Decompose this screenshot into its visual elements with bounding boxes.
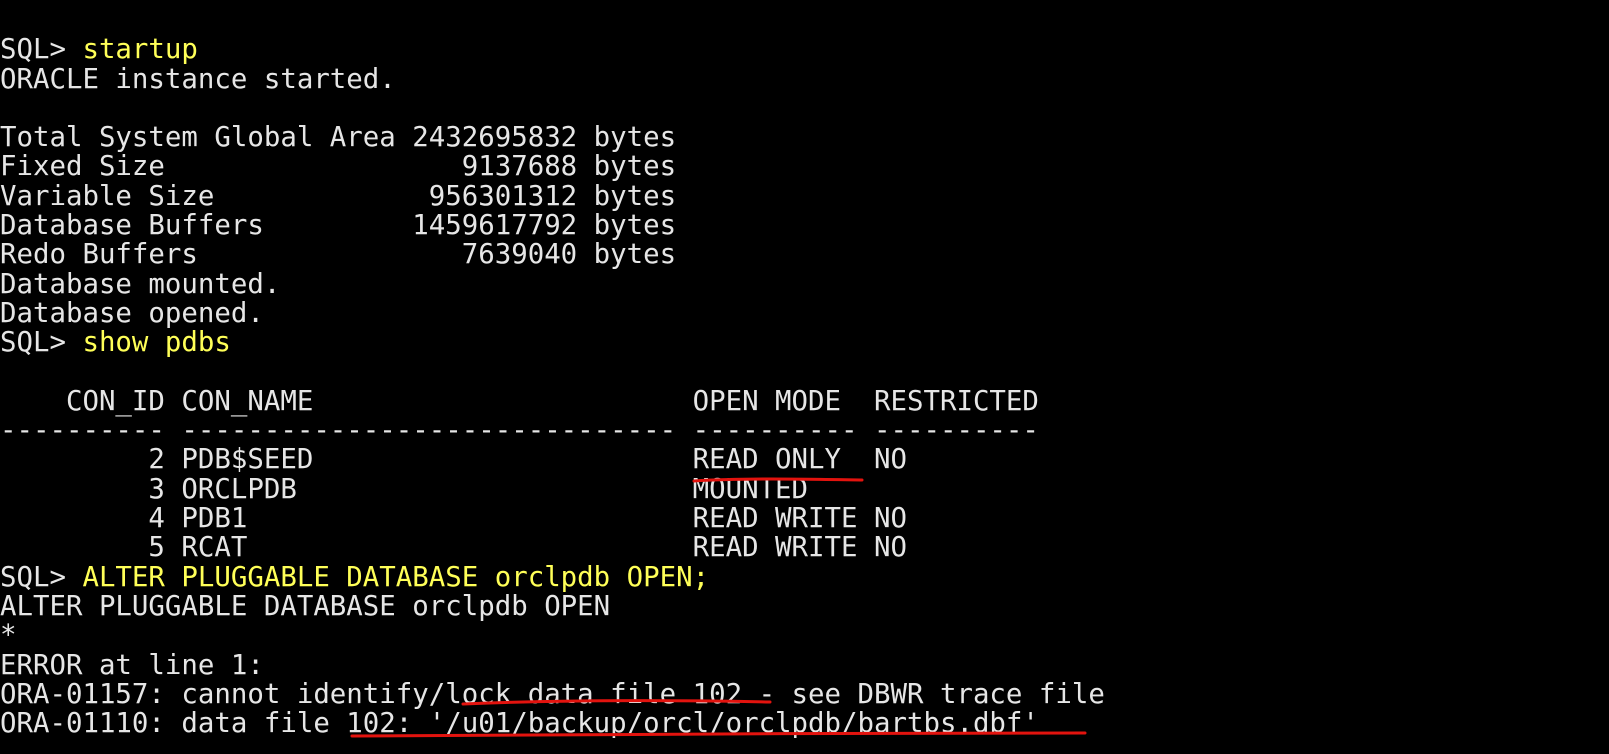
pdb-table-header: CON_ID CON_NAME OPEN MODE RESTRICTED [0,385,1039,417]
sga-fixed-line: Fixed Size 9137688 bytes [0,151,677,183]
command-show-pdbs: show pdbs [82,327,231,359]
output-error-line: ERROR at line 1: [0,649,264,681]
pdb-row-rcat: 5 RCAT READ WRITE NO [0,532,907,564]
output-db-opened: Database opened. [0,297,264,329]
terminal-output[interactable]: SQL> startup ORACLE instance started. To… [0,6,1609,738]
output-error-marker: * [0,620,17,652]
prompt-line-show-pdbs: SQL> show pdbs [0,328,1609,357]
output-instance-started: ORACLE instance started. [0,63,396,95]
pdb-row-orclpdb: 3 ORCLPDB MOUNTED [0,473,809,505]
sga-total-line: Total System Global Area 2432695832 byte… [0,122,677,154]
command-startup: startup [82,34,198,66]
prompt-line-alter: SQL> ALTER PLUGGABLE DATABASE orclpdb OP… [0,561,1609,593]
pdb-row-pdb1: 4 PDB1 READ WRITE NO [0,503,907,535]
error-ora-01110: ORA-01110: data file 102: '/u01/backup/o… [0,708,1039,740]
pdb-table-separator: ---------- -----------------------------… [0,415,1039,447]
sga-redo-line: Redo Buffers 7639040 bytes [0,239,677,271]
command-alter-pluggable: ALTER PLUGGABLE DATABASE orclpdb OPEN; [82,561,710,593]
sql-prompt: SQL> [0,34,83,66]
output-echo-alter: ALTER PLUGGABLE DATABASE orclpdb OPEN [0,590,611,622]
error-ora-01157: ORA-01157: cannot identify/lock data fil… [0,678,1105,710]
sql-prompt: SQL> [0,327,83,359]
pdb-row-pdb-seed: 2 PDB$SEED READ ONLY NO [0,444,907,476]
sga-variable-line: Variable Size 956301312 bytes [0,180,677,212]
prompt-line-startup: SQL> startup [0,35,1609,64]
sql-prompt: SQL> [0,561,83,593]
output-db-mounted: Database mounted. [0,268,281,300]
sga-buffers-line: Database Buffers 1459617792 bytes [0,210,677,242]
